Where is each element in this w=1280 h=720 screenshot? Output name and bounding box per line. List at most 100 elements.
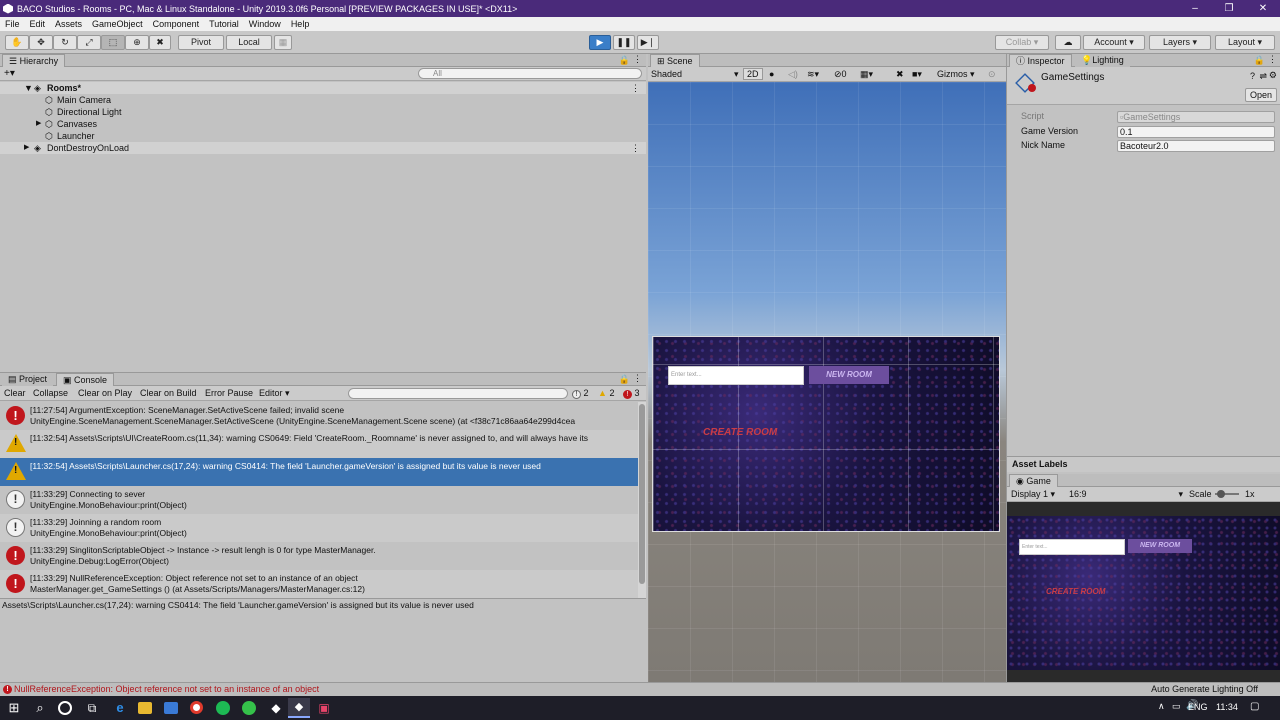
console-scrollbar[interactable] [638, 402, 646, 598]
cortana-icon[interactable] [58, 701, 72, 715]
tab-console[interactable]: ▣ Console [56, 373, 115, 386]
scale-slider[interactable] [1215, 490, 1239, 498]
move-tool-icon[interactable]: ✥ [29, 35, 53, 50]
app-icon[interactable]: ▣ [316, 700, 332, 716]
nick-name-input[interactable]: Bacoteur2.0 [1117, 140, 1275, 152]
whatsapp-icon[interactable] [242, 701, 256, 715]
maximize-button[interactable]: ❐ [1212, 0, 1246, 17]
lighting-status-text[interactable]: Auto Generate Lighting Off [1151, 683, 1258, 696]
account-dropdown[interactable]: Account ▾ [1083, 35, 1145, 50]
menu-dots-icon[interactable]: ⋮ [633, 373, 642, 384]
lighting-toggle-icon[interactable]: ● [769, 67, 774, 81]
pivot-button[interactable]: Pivot [178, 35, 224, 50]
scene-viewport[interactable]: Enter text... NEW ROOM CREATE ROOM [648, 82, 1006, 682]
tab-project[interactable]: ▤ Project [2, 373, 54, 386]
menu-dots-icon[interactable]: ⋮ [631, 142, 640, 154]
display-dropdown[interactable]: Display 1 ▾ [1011, 487, 1055, 501]
2d-toggle[interactable]: 2D [743, 68, 763, 80]
menu-gameobject[interactable]: GameObject [87, 19, 148, 29]
open-button[interactable]: Open [1245, 88, 1277, 102]
menu-edit[interactable]: Edit [25, 19, 51, 29]
expand-arrow-icon[interactable]: ▼ [24, 82, 33, 94]
menu-assets[interactable]: Assets [50, 19, 87, 29]
lang-indicator[interactable]: ENG [1188, 702, 1208, 712]
expand-arrow-icon[interactable]: ▶ [24, 142, 29, 154]
room-name-input[interactable]: Enter text... [668, 366, 804, 385]
edge-icon[interactable]: e [112, 700, 128, 716]
notifications-icon[interactable]: ▢ [1250, 701, 1259, 712]
console-row[interactable]: ! [11:33:29] Joinning a random room Unity… [0, 514, 638, 542]
hierarchy-row-directional-light[interactable]: ⬡ Directional Light [0, 106, 646, 118]
tray-chevron-icon[interactable]: ∧ [1158, 701, 1165, 712]
preset-icon[interactable]: ⇌ [1259, 71, 1267, 82]
rotate-tool-icon[interactable]: ↻ [53, 35, 77, 50]
expand-arrow-icon[interactable]: ▶ [36, 118, 41, 130]
shading-dropdown[interactable]: Shaded ▾ [651, 67, 739, 81]
menu-file[interactable]: File [0, 19, 25, 29]
warn-count-toggle[interactable]: ▲ 2 [598, 388, 614, 398]
clear-on-play-button[interactable]: Clear on Play [78, 388, 132, 398]
clear-button[interactable]: Clear [4, 388, 26, 398]
tab-scene[interactable]: ⊞ Scene [650, 54, 700, 67]
collab-button[interactable]: Collab ▾ [995, 35, 1049, 50]
rect-tool-icon[interactable]: ⬚ [101, 35, 125, 50]
console-search-input[interactable] [348, 388, 568, 399]
unity-editor-icon[interactable]: ◆ [288, 698, 310, 718]
effects-dropdown-icon[interactable]: ≋▾ [807, 67, 819, 81]
settings-icon[interactable]: ⚙ [1269, 70, 1277, 81]
unity-hub-icon[interactable]: ◆ [268, 700, 284, 716]
minimize-button[interactable]: – [1178, 0, 1212, 17]
search-icon[interactable]: ⌕ [32, 700, 48, 716]
console-row-selected[interactable]: ! [11:32:54] Assets\Scripts\Launcher.cs(… [0, 458, 638, 486]
hierarchy-row-launcher[interactable]: ⬡ Launcher [0, 130, 646, 142]
layers-dropdown[interactable]: Layers ▾ [1149, 35, 1211, 50]
tools-icon[interactable]: ✖ [896, 67, 904, 81]
asset-labels-section[interactable]: Asset Labels [1007, 456, 1280, 472]
lock-icon[interactable]: 🔒 [619, 374, 630, 385]
cloud-icon[interactable]: ☁ [1055, 35, 1081, 50]
hierarchy-search-input[interactable]: All [418, 68, 642, 79]
tab-game[interactable]: ◉ Game [1009, 474, 1058, 487]
tab-inspector[interactable]: ⓘ Inspector [1009, 54, 1072, 67]
mail-icon[interactable] [164, 702, 178, 714]
aspect-dropdown[interactable]: 16:9 ▾ [1069, 487, 1183, 501]
menu-help[interactable]: Help [286, 19, 315, 29]
chrome-icon[interactable] [190, 701, 203, 714]
lock-icon[interactable]: 🔒 [1254, 55, 1265, 66]
help-icon[interactable]: ? [1250, 71, 1255, 81]
game-version-input[interactable]: 0.1 [1117, 126, 1275, 138]
game-viewport[interactable]: Enter text... NEW ROOM CREATE ROOM [1007, 516, 1280, 670]
status-error-text[interactable]: NullReferenceException: Object reference… [14, 683, 319, 696]
info-count-toggle[interactable]: ! 2 [572, 388, 589, 399]
scale-slider-thumb[interactable] [1217, 490, 1225, 498]
tab-hierarchy[interactable]: ☰ Hierarchy [2, 54, 66, 67]
grid-dropdown-icon[interactable]: ▦▾ [860, 67, 873, 81]
game-new-room-button[interactable]: NEW ROOM [1128, 539, 1192, 553]
task-view-icon[interactable]: ⧉ [84, 700, 100, 716]
console-row[interactable]: ! [11:33:29] SinglitonScriptableObject -… [0, 542, 638, 570]
console-row[interactable]: ! [11:27:54] ArgumentException: SceneMan… [0, 402, 638, 430]
console-row[interactable]: ! [11:32:54] Assets\Scripts\UI\CreateRoo… [0, 430, 638, 458]
gizmos-dropdown[interactable]: Gizmos ▾ [937, 67, 975, 81]
create-button[interactable]: +▾ [4, 68, 15, 79]
spotify-icon[interactable] [216, 701, 230, 715]
clock[interactable]: 11:34 [1216, 702, 1238, 712]
windows-start-icon[interactable]: ⊞ [6, 700, 22, 716]
menu-dots-icon[interactable]: ⋮ [1268, 54, 1277, 65]
camera-dropdown-icon[interactable]: ■▾ [912, 67, 922, 81]
tab-lighting[interactable]: 💡Lighting [1075, 54, 1130, 67]
error-pause-button[interactable]: Error Pause [205, 388, 253, 398]
scrollbar-thumb[interactable] [639, 404, 645, 584]
scene-search-icon[interactable]: ⊙ [988, 67, 996, 81]
lock-icon[interactable]: 🔒 [619, 55, 630, 66]
hand-tool-icon[interactable]: ✋ [5, 35, 29, 50]
step-button[interactable]: ▶❘ [637, 35, 659, 50]
grid-snap-icon[interactable]: ▦ [274, 35, 292, 50]
network-icon[interactable]: ▭ [1172, 701, 1181, 712]
collapse-button[interactable]: Collapse [33, 388, 68, 398]
hierarchy-row-main-camera[interactable]: ⬡ Main Camera [0, 94, 646, 106]
file-explorer-icon[interactable] [138, 702, 152, 714]
game-room-name-input[interactable]: Enter text... [1019, 539, 1125, 555]
audio-toggle-icon[interactable]: ◁) [788, 67, 798, 81]
local-button[interactable]: Local [226, 35, 272, 50]
